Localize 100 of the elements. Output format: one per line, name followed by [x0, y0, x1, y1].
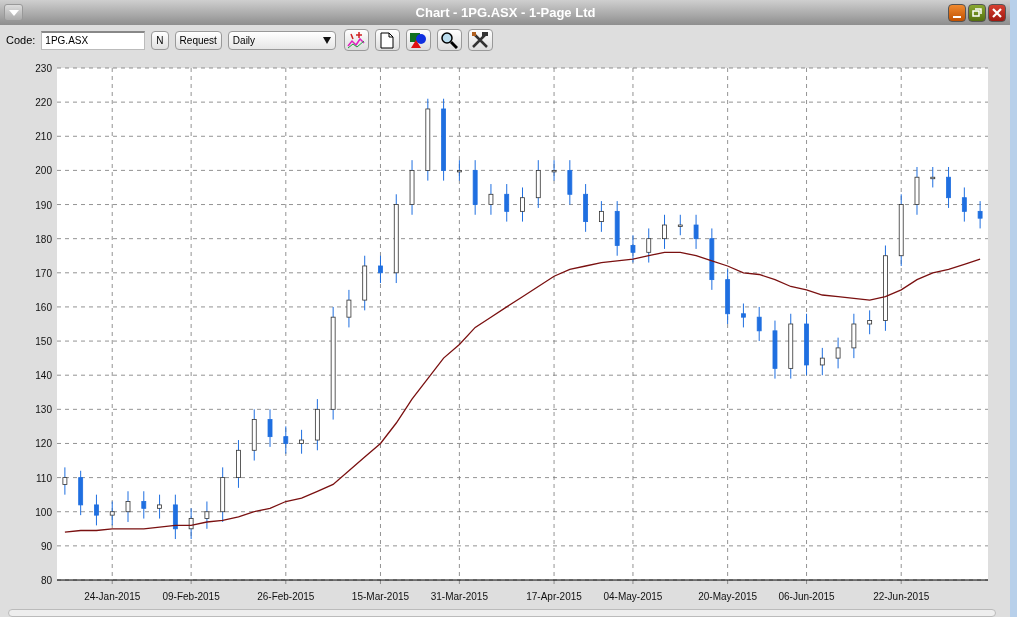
candlestick — [109, 501, 115, 526]
candlestick — [141, 490, 147, 520]
candlestick — [851, 313, 857, 359]
x-axis-label: 04-May-2015 — [603, 591, 663, 602]
candlestick — [220, 466, 226, 523]
candlestick — [677, 214, 683, 236]
candlestick — [646, 227, 652, 264]
candlestick — [346, 289, 352, 328]
candlestick — [930, 166, 936, 188]
candlestick — [756, 306, 762, 342]
candlestick — [772, 320, 778, 380]
y-axis-label: 230 — [35, 63, 52, 74]
candlestick — [662, 214, 667, 250]
code-label: Code: — [6, 34, 36, 46]
toolbar-button[interactable]: N — [151, 30, 169, 50]
candlestick — [236, 439, 241, 489]
caret-icon — [322, 36, 331, 44]
y-axis-label: 160 — [35, 301, 52, 313]
y-axis-label: 130 — [35, 404, 52, 416]
candlestick — [504, 183, 510, 223]
new-document-button[interactable] — [374, 29, 400, 51]
x-axis-label: 17-Apr-2015 — [526, 591, 582, 602]
x-axis-label: 31-Mar-2015 — [430, 591, 488, 602]
candlestick — [551, 159, 557, 182]
indicator-button[interactable] — [343, 29, 369, 51]
close-icon — [992, 7, 1002, 18]
x-axis-label: 09-Feb-2015 — [162, 591, 220, 602]
y-axis-label: 220 — [35, 97, 52, 109]
y-axis-label: 180 — [35, 233, 52, 245]
x-axis-label: 26-Feb-2015 — [257, 591, 315, 602]
candlestick — [788, 313, 794, 380]
candlestick — [125, 490, 131, 523]
candlestick — [299, 429, 304, 455]
y-axis-label: 140 — [35, 370, 52, 382]
candlestick — [267, 408, 273, 448]
candlestick — [94, 494, 99, 526]
x-axis-label: 24-Jan-2015 — [84, 591, 141, 602]
candlestick — [283, 425, 289, 455]
period-dropdown[interactable]: Daily — [227, 30, 336, 50]
restore-icon — [972, 7, 982, 18]
candlestick — [172, 494, 178, 540]
tools-button[interactable] — [467, 29, 493, 51]
candlestick — [520, 186, 525, 223]
x-axis-label: 20-May-2015 — [698, 591, 758, 602]
candlestick — [709, 227, 715, 291]
x-axis-label: 22-Jun-2015 — [873, 591, 930, 602]
candlestick — [946, 166, 951, 209]
y-axis-label: 210 — [35, 131, 52, 143]
candlestick — [914, 166, 920, 216]
candlestick — [62, 466, 68, 496]
horizontal-scrollbar[interactable] — [8, 609, 996, 617]
candlestick — [867, 309, 873, 335]
shapes-button[interactable] — [405, 29, 431, 51]
code-field[interactable]: 1PG.ASX — [41, 30, 146, 50]
x-axis-label: 15-Mar-2015 — [351, 591, 410, 602]
caret-icon — [8, 9, 19, 16]
candlestick — [961, 186, 967, 223]
candlestick — [188, 507, 194, 540]
y-axis-label: 150 — [35, 336, 52, 348]
candlestick — [614, 200, 620, 257]
candlestick — [741, 303, 746, 328]
candlestick — [457, 159, 462, 182]
minimize-icon — [953, 15, 961, 18]
candlestick — [804, 313, 809, 376]
close-button[interactable] — [988, 3, 1006, 22]
candlestick — [725, 268, 731, 325]
candlestick — [819, 347, 825, 376]
y-axis-label: 200 — [35, 165, 52, 177]
candlestick — [630, 234, 636, 264]
candlestick — [599, 200, 604, 233]
restore-button[interactable] — [968, 3, 986, 22]
candlestick — [378, 255, 383, 284]
candlestick — [251, 408, 257, 462]
window-menu-button[interactable] — [4, 4, 23, 21]
candlestick — [362, 255, 368, 311]
y-axis-label: 170 — [35, 267, 52, 279]
zoom-button[interactable] — [436, 29, 462, 51]
candlestick — [488, 183, 494, 216]
candlestick — [78, 470, 84, 516]
candlestick — [693, 214, 699, 250]
y-axis-label: 120 — [35, 438, 52, 450]
candlestick — [835, 337, 841, 369]
y-axis-label: 90 — [40, 540, 52, 552]
window-title: Chart - 1PG.ASX - 1-Page Ltd — [414, 5, 597, 20]
candlestick — [204, 501, 210, 530]
y-axis-label: 100 — [35, 506, 52, 518]
candlestick — [157, 494, 162, 520]
x-axis-label: 06-Jun-2015 — [778, 591, 835, 602]
candlestick — [472, 159, 478, 216]
candlestick — [977, 200, 983, 229]
y-axis-label: 110 — [36, 472, 52, 484]
candlestick — [583, 183, 588, 233]
candlestick — [567, 159, 573, 206]
candlestick — [314, 398, 320, 451]
candlestick — [535, 159, 541, 209]
candlestick — [409, 159, 415, 216]
y-axis-label: 80 — [40, 575, 52, 586]
y-axis-label: 190 — [35, 199, 52, 211]
minimize-button[interactable] — [948, 3, 966, 22]
toolbar-button[interactable]: Request — [174, 30, 222, 50]
